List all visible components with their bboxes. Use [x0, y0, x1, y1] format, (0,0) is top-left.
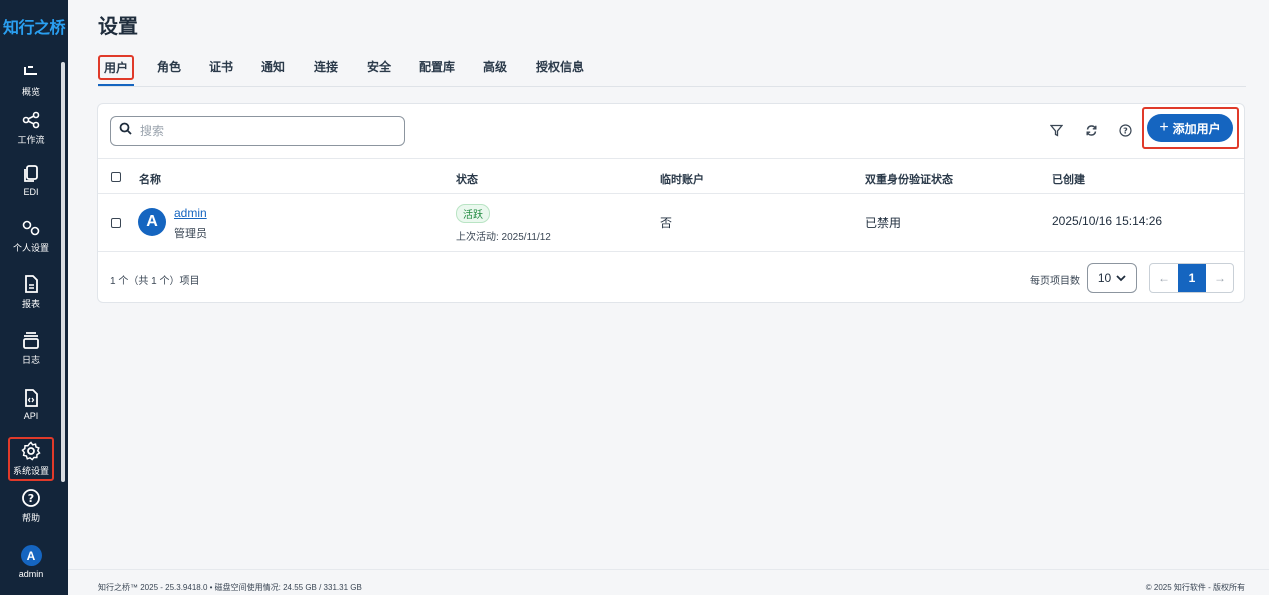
help-icon[interactable]: ? [1117, 122, 1133, 138]
sidebar-item-system-settings[interactable]: 系统设置 [8, 437, 54, 481]
sidebar-item-workflow[interactable]: 工作流 [0, 106, 62, 150]
app-logo[interactable]: 知行之桥 [0, 14, 68, 38]
edi-icon [20, 164, 42, 184]
sidebar-item-label: 系统设置 [12, 466, 49, 476]
tab-roles[interactable]: 角色 [157, 58, 181, 75]
active-tab-indicator [98, 84, 134, 86]
sidebar: 知行之桥 概览 工作流 EDI 个人设置 报表 日志 API 系统设置 ? 帮助… [0, 0, 68, 595]
svg-text:?: ? [1123, 126, 1128, 135]
avatar: A [20, 545, 42, 566]
sidebar-item-label: 帮助 [21, 513, 40, 523]
pagination: ← 1 → [1149, 263, 1234, 293]
refresh-icon[interactable] [1083, 122, 1099, 138]
copyright: © 2025 知行软件 - 版权所有 [1145, 583, 1245, 592]
sidebar-item-label: admin [18, 569, 44, 579]
search-box[interactable] [110, 116, 405, 146]
settings-tabs: 用户 角色 证书 通知 连接 安全 配置库 高级 授权信息 [98, 55, 1246, 87]
sidebar-item-api[interactable]: API [0, 382, 62, 426]
column-header-created[interactable]: 已创建 [1052, 171, 1085, 187]
log-icon [20, 330, 42, 350]
mfa-status-value: 已禁用 [865, 216, 902, 230]
status-badge: 活跃 [456, 204, 490, 223]
column-header-name[interactable]: 名称 [139, 171, 161, 187]
api-icon [20, 388, 42, 408]
sidebar-item-report[interactable]: 报表 [0, 270, 62, 314]
sidebar-item-log[interactable]: 日志 [0, 326, 62, 370]
svg-text:?: ? [28, 492, 34, 505]
sidebar-item-label: EDI [23, 186, 39, 197]
sidebar-item-help[interactable]: ? 帮助 [0, 484, 62, 528]
sidebar-item-label: API [23, 410, 39, 421]
page-1-button[interactable]: 1 [1178, 264, 1206, 292]
tab-notifications[interactable]: 通知 [261, 58, 285, 75]
avatar: A [138, 208, 166, 236]
personal-settings-icon [20, 218, 42, 238]
main-content: 设置 用户 角色 证书 通知 连接 安全 配置库 高级 授权信息 ? + [68, 0, 1269, 595]
tab-certificates[interactable]: 证书 [209, 58, 233, 75]
column-header-status[interactable]: 状态 [456, 171, 478, 187]
sidebar-item-edi[interactable]: EDI [0, 158, 62, 202]
users-card: ? + 添加用户 名称 状态 临时账户 双重身份验证状态 已创建 A admin… [97, 103, 1245, 303]
sidebar-item-personal-settings[interactable]: 个人设置 [0, 214, 62, 258]
report-icon [20, 274, 42, 294]
tab-security[interactable]: 安全 [367, 58, 391, 75]
page-title: 设置 [98, 16, 138, 38]
tab-config-repo[interactable]: 配置库 [419, 58, 455, 75]
user-name-link[interactable]: admin [174, 206, 207, 220]
search-input[interactable] [140, 124, 380, 138]
select-all-checkbox[interactable] [111, 172, 121, 182]
sidebar-item-overview[interactable]: 概览 [0, 58, 62, 102]
tab-connections[interactable]: 连接 [314, 58, 338, 75]
row-checkbox[interactable] [111, 218, 121, 228]
tab-advanced[interactable]: 高级 [483, 58, 507, 75]
column-header-temp-account[interactable]: 临时账户 [660, 171, 704, 187]
prev-page-button[interactable]: ← [1150, 264, 1178, 292]
sidebar-item-label: 报表 [21, 299, 40, 309]
next-page-button[interactable]: → [1206, 264, 1234, 292]
search-icon [119, 122, 132, 140]
chevron-down-icon [1116, 271, 1126, 285]
item-count: 1 个（共 1 个）项目 [110, 276, 200, 287]
per-page-label: 每页项目数 [1030, 276, 1080, 287]
status-bar: 知行之桥™ 2025 - 25.3.9418.0 • 磁盘空间使用情况: 24.… [68, 569, 1269, 595]
user-role: 管理员 [174, 228, 207, 240]
sidebar-item-user[interactable]: A admin [0, 540, 62, 584]
temp-account-value: 否 [660, 216, 673, 230]
sidebar-item-label: 工作流 [17, 135, 45, 145]
add-user-button[interactable]: + 添加用户 [1147, 114, 1233, 142]
plus-icon: + [1159, 119, 1169, 136]
overview-icon [20, 62, 42, 82]
filter-icon[interactable] [1048, 122, 1064, 138]
tab-license-info[interactable]: 授权信息 [536, 58, 584, 75]
column-header-mfa-status[interactable]: 双重身份验证状态 [865, 171, 953, 187]
version-info: 知行之桥™ 2025 - 25.3.9418.0 • 磁盘空间使用情况: 24.… [98, 583, 362, 592]
tab-users[interactable]: 用户 [98, 55, 135, 80]
help-icon: ? [20, 488, 42, 508]
per-page-select[interactable]: 10 [1087, 263, 1137, 293]
sidebar-item-label: 概览 [21, 87, 40, 97]
gear-icon [20, 441, 42, 461]
created-value: 2025/10/16 15:14:26 [1052, 214, 1163, 228]
workflow-icon [20, 110, 42, 130]
sidebar-item-label: 个人设置 [12, 243, 49, 253]
add-user-highlight: + 添加用户 [1142, 107, 1239, 149]
table-header: 名称 状态 临时账户 双重身份验证状态 已创建 [98, 158, 1244, 194]
table-row: A admin 管理员 活跃 上次活动: 2025/11/12 否 已禁用 20… [98, 194, 1244, 252]
last-active-text: 上次活动: 2025/11/12 [456, 232, 551, 243]
sidebar-item-label: 日志 [21, 355, 40, 365]
